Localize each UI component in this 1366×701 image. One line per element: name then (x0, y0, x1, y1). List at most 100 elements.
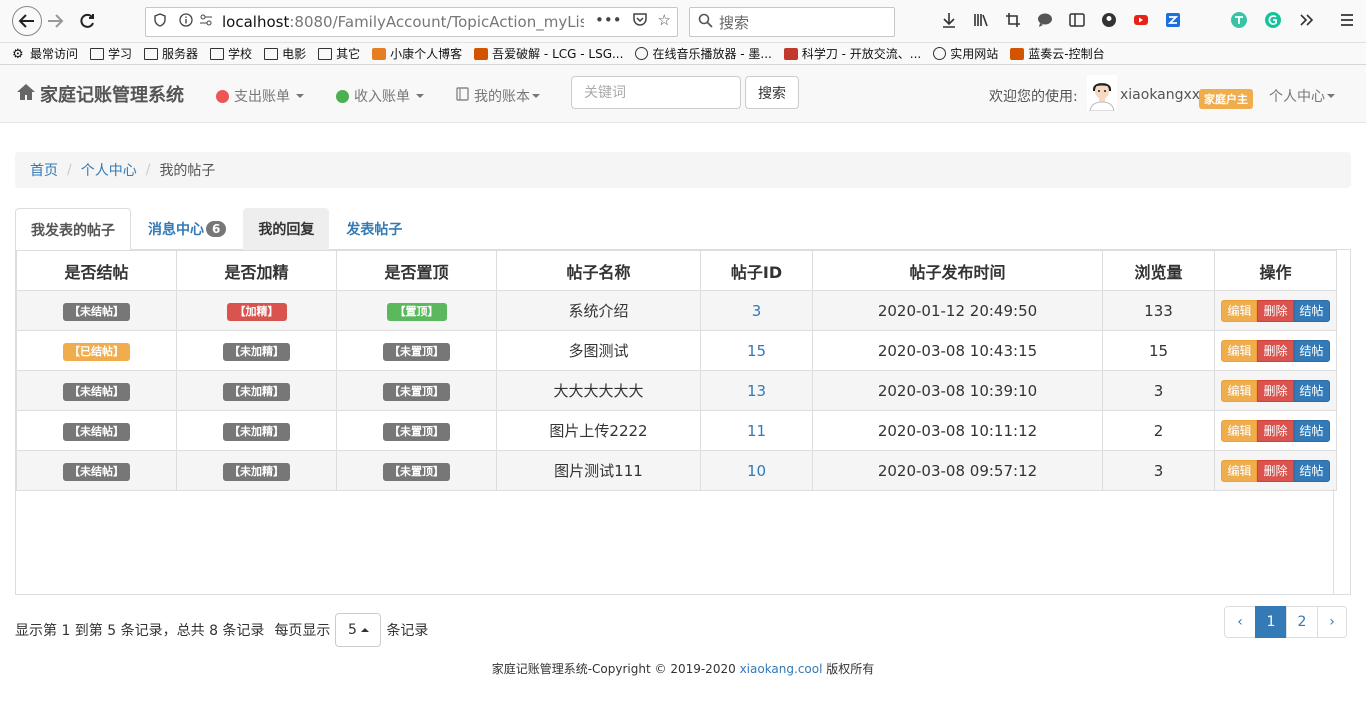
footer-link[interactable]: xiaokang.cool (740, 662, 823, 676)
reload-icon[interactable] (72, 6, 102, 36)
action-group: 编辑 删除 结帖 (1221, 299, 1330, 322)
close-post-button[interactable]: 结帖 (1293, 339, 1330, 362)
delete-button[interactable]: 删除 (1257, 339, 1294, 362)
next-page-button[interactable]: › (1317, 606, 1347, 638)
post-id-link[interactable]: 3 (752, 302, 762, 320)
bookmark-label: 实用网站 (950, 47, 999, 61)
menu-icon[interactable] (1338, 11, 1356, 29)
browser-search-input[interactable]: 搜索 (689, 7, 895, 37)
url-text[interactable]: localhost:8080/FamilyAccount/TopicAction… (222, 13, 584, 31)
translate-icon[interactable] (1230, 11, 1248, 29)
post-id-link[interactable]: 15 (747, 342, 766, 360)
chat-icon[interactable] (1036, 11, 1054, 29)
delete-button[interactable]: 删除 (1257, 419, 1294, 442)
z-extension-icon[interactable] (1164, 11, 1182, 29)
bookmark-item[interactable]: 其它 (318, 45, 360, 62)
post-name[interactable]: 图片测试111 (496, 450, 701, 491)
bookmark-star-icon[interactable]: ☆ (658, 11, 671, 31)
url-bar[interactable]: localhost:8080/FamilyAccount/TopicAction… (145, 7, 678, 37)
delete-button[interactable]: 删除 (1257, 459, 1294, 482)
bookmark-item[interactable]: ⚙ 最常访问 (12, 45, 78, 62)
tab-my-replies[interactable]: 我的回复 (243, 208, 330, 250)
site-icon (474, 47, 489, 60)
info-icon[interactable] (176, 13, 196, 31)
forward-icon[interactable] (40, 6, 70, 36)
pocket-icon[interactable] (632, 11, 648, 31)
account-icon[interactable] (1100, 11, 1118, 29)
breadcrumb-center-link[interactable]: 个人中心 (81, 160, 137, 180)
page-1-button[interactable]: 1 (1255, 606, 1287, 638)
bookmark-item[interactable]: 学习 (90, 45, 132, 62)
edit-button[interactable]: 编辑 (1221, 379, 1258, 402)
close-post-button[interactable]: 结帖 (1293, 379, 1330, 402)
bookmark-item[interactable]: 学校 (210, 45, 252, 62)
tab-my-posts[interactable]: 我发表的帖子 (15, 208, 131, 251)
post-id-link[interactable]: 10 (747, 462, 766, 480)
income-menu[interactable]: 收入账单 (336, 86, 424, 106)
tab-messages[interactable]: 消息中心 6 (133, 208, 241, 250)
bookmark-item[interactable]: 在线音乐播放器 - 墨... (635, 45, 772, 62)
bookmark-item[interactable]: 蓝奏云-控制台 (1010, 45, 1105, 62)
post-name[interactable]: 系统介绍 (496, 290, 701, 331)
breadcrumb-home-link[interactable]: 首页 (30, 160, 58, 180)
page-size-select[interactable]: 5 (335, 613, 382, 647)
page-2-button[interactable]: 2 (1286, 606, 1318, 638)
expense-menu[interactable]: 支出账单 (216, 86, 304, 106)
username[interactable]: xiaokangxxs (1120, 87, 1207, 103)
role-badge: 家庭户主 (1199, 89, 1253, 109)
post-time: 2020-03-08 10:43:15 (812, 330, 1103, 371)
folder-icon (90, 47, 105, 60)
close-post-button[interactable]: 结帖 (1293, 299, 1330, 322)
post-name[interactable]: 大大大大大大 (496, 370, 701, 411)
shield-icon[interactable] (150, 13, 170, 31)
top-status-label: 【未置顶】 (383, 462, 450, 481)
overflow-chevron-icon[interactable] (1298, 11, 1316, 29)
elite-status-cell: 【加精】 (176, 290, 337, 331)
permissions-icon[interactable] (196, 13, 216, 31)
actions-cell: 编辑 删除 结帖 (1214, 370, 1337, 411)
brand-title: 家庭记账管理系统 (40, 85, 184, 106)
bookmark-item[interactable]: 服务器 (144, 45, 198, 62)
personal-center-menu[interactable]: 个人中心 (1269, 86, 1335, 106)
keyword-search-input[interactable] (571, 76, 741, 109)
crop-screenshot-icon[interactable] (1004, 11, 1022, 29)
delete-button[interactable]: 删除 (1257, 299, 1294, 322)
pagination: ‹ 1 2 › (1224, 606, 1347, 638)
post-id-link[interactable]: 13 (747, 382, 766, 400)
close-post-button[interactable]: 结帖 (1293, 459, 1330, 482)
bookmark-item[interactable]: 吾爱破解 - LCG - LSG... (474, 45, 623, 62)
column-header: 是否置顶 (336, 250, 497, 291)
delete-button[interactable]: 删除 (1257, 379, 1294, 402)
post-id-link[interactable]: 11 (747, 422, 766, 440)
avatar[interactable] (1087, 75, 1117, 112)
bookmark-item[interactable]: 科学刀 - 开放交流、... (783, 45, 921, 62)
edit-button[interactable]: 编辑 (1221, 299, 1258, 322)
mybook-menu[interactable]: 我的账本 (456, 86, 540, 106)
close-post-button[interactable]: 结帖 (1293, 419, 1330, 442)
post-name[interactable]: 多图测试 (496, 330, 701, 371)
brand[interactable]: 家庭记账管理系统 (16, 81, 184, 107)
prev-page-button[interactable]: ‹ (1224, 606, 1256, 638)
back-icon[interactable] (12, 6, 42, 36)
search-icon (698, 13, 713, 32)
search-button[interactable]: 搜索 (745, 76, 799, 109)
browser-search-placeholder: 搜索 (719, 13, 750, 32)
post-name[interactable]: 图片上传2222 (496, 410, 701, 451)
bookmark-item[interactable]: 实用网站 (933, 45, 998, 62)
actions-cell: 编辑 删除 结帖 (1214, 450, 1337, 491)
download-icon[interactable] (940, 11, 958, 29)
reader-sidebar-icon[interactable] (1068, 11, 1086, 29)
grammarly-icon[interactable] (1264, 11, 1282, 29)
video-extension-icon[interactable] (1132, 11, 1150, 29)
edit-button[interactable]: 编辑 (1221, 419, 1258, 442)
library-icon[interactable] (972, 11, 990, 29)
top-status-label: 【未置顶】 (383, 382, 450, 401)
table-row: 【未结帖】 【未加精】 【未置顶】 图片上传2222 11 2020-03-08 10:1… (16, 410, 1337, 451)
tab-publish[interactable]: 发表帖子 (331, 208, 417, 250)
edit-button[interactable]: 编辑 (1221, 459, 1258, 482)
bookmark-item[interactable]: 电影 (264, 45, 306, 62)
pagination-info: 显示第 1 到第 5 条记录，总共 8 条记录 每页显示 5 条记录 (15, 613, 428, 647)
edit-button[interactable]: 编辑 (1221, 339, 1258, 362)
bookmark-item[interactable]: 小康个人博客 (372, 45, 462, 62)
more-actions-icon[interactable]: ••• (595, 11, 622, 31)
